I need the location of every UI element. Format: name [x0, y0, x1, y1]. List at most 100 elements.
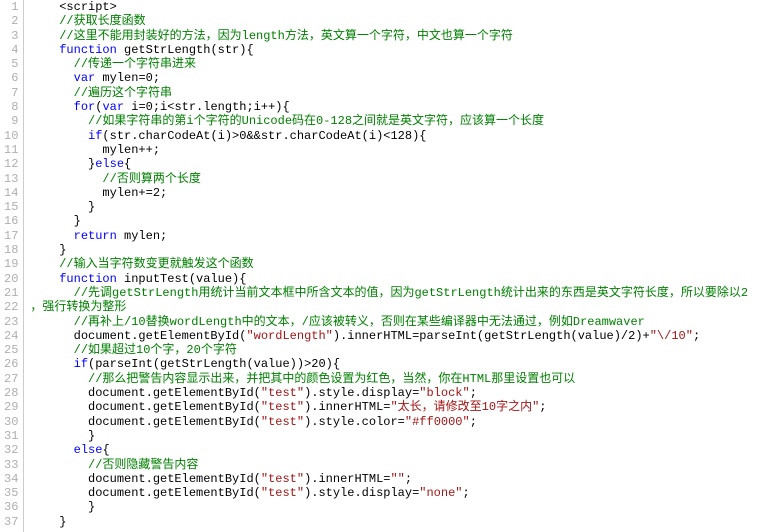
- token-str: "": [390, 472, 404, 486]
- line-number: 21: [4, 286, 18, 300]
- code-line[interactable]: //遍历这个字符串: [30, 86, 748, 100]
- code-line[interactable]: //获取长度函数: [30, 14, 748, 28]
- code-line[interactable]: document.getElementById("test").style.di…: [30, 486, 748, 500]
- token-plain: <script>: [30, 0, 116, 14]
- token-plain: [30, 129, 88, 143]
- token-plain: {: [102, 443, 109, 457]
- code-line[interactable]: <script>: [30, 0, 748, 14]
- line-number: 34: [4, 472, 18, 486]
- token-str: "test": [261, 400, 304, 414]
- token-plain: inputTest(value){: [117, 272, 247, 286]
- line-number: 5: [4, 57, 18, 71]
- line-number: 36: [4, 500, 18, 514]
- code-line[interactable]: //再补上/10替换wordLength中的文本，/应该被转义，否则在某些编译器…: [30, 315, 748, 329]
- token-plain: }: [30, 200, 95, 214]
- token-plain: document.getElementById(: [30, 386, 260, 400]
- token-plain: mylen=0;: [95, 71, 160, 85]
- code-line[interactable]: mylen+=2;: [30, 186, 748, 200]
- code-line[interactable]: //先调getStrLength用统计当前文本框中所含文本的值，因为getStr…: [30, 286, 748, 300]
- token-cmt: //否则隐藏警告内容: [88, 458, 198, 472]
- token-str: "test": [261, 386, 304, 400]
- code-line[interactable]: //否则算两个长度: [30, 172, 748, 186]
- code-line[interactable]: //如果超过10个字，20个字符: [30, 343, 748, 357]
- token-plain: ;: [405, 472, 412, 486]
- code-line[interactable]: }: [30, 214, 748, 228]
- token-plain: (parseInt(getStrLength(value))>20){: [88, 357, 340, 371]
- line-number: 25: [4, 343, 18, 357]
- code-line[interactable]: function getStrLength(str){: [30, 43, 748, 57]
- code-line[interactable]: //如果字符串的第i个字符的Unicode码在0-128之间就是英文字符，应该算…: [30, 114, 748, 128]
- token-kw: else: [95, 157, 124, 171]
- code-line[interactable]: //否则隐藏警告内容: [30, 458, 748, 472]
- line-number: 22: [4, 300, 18, 314]
- token-str: "test": [261, 486, 304, 500]
- code-line[interactable]: document.getElementById("test").innerHTM…: [30, 400, 748, 414]
- code-line[interactable]: //那么把警告内容显示出来，并把其中的颜色设置为红色，当然，你在HTML那里设置…: [30, 372, 748, 386]
- line-number: 10: [4, 129, 18, 143]
- code-line[interactable]: //这里不能用封装好的方法，因为length方法，英文算一个字符，中文也算一个字…: [30, 29, 748, 43]
- line-number: 23: [4, 315, 18, 329]
- token-plain: [30, 443, 73, 457]
- token-plain: ;: [463, 486, 470, 500]
- token-str: "test": [261, 415, 304, 429]
- line-number: 26: [4, 357, 18, 371]
- code-line[interactable]: document.getElementById("wordLength").in…: [30, 329, 748, 343]
- code-line[interactable]: function inputTest(value){: [30, 272, 748, 286]
- code-line[interactable]: var mylen=0;: [30, 71, 748, 85]
- line-number: 3: [4, 29, 18, 43]
- token-plain: [30, 272, 59, 286]
- token-plain: ).innerHTML=: [304, 400, 390, 414]
- token-plain: ).innerHTML=: [304, 472, 390, 486]
- token-str: "#ff0000": [405, 415, 470, 429]
- line-number: 27: [4, 372, 18, 386]
- code-line[interactable]: if(str.charCodeAt(i)>0&&str.charCodeAt(i…: [30, 129, 748, 143]
- line-number: 35: [4, 486, 18, 500]
- line-number: 4: [4, 43, 18, 57]
- token-plain: [30, 114, 88, 128]
- code-line[interactable]: document.getElementById("test").style.co…: [30, 415, 748, 429]
- token-plain: [30, 315, 73, 329]
- code-line[interactable]: }: [30, 243, 748, 257]
- line-number: 16: [4, 214, 18, 228]
- code-line[interactable]: if(parseInt(getStrLength(value))>20){: [30, 357, 748, 371]
- line-number: 20: [4, 272, 18, 286]
- token-plain: ).style.color=: [304, 415, 405, 429]
- token-kw: else: [74, 443, 103, 457]
- token-plain: [30, 14, 59, 28]
- token-plain: }: [30, 243, 66, 257]
- token-plain: [30, 29, 59, 43]
- token-plain: ;: [470, 415, 477, 429]
- code-line[interactable]: ，强行转换为整形: [30, 300, 748, 314]
- code-line[interactable]: document.getElementById("test").innerHTM…: [30, 472, 748, 486]
- code-line[interactable]: }: [30, 515, 748, 529]
- line-number: 12: [4, 157, 18, 171]
- line-number: 13: [4, 172, 18, 186]
- token-cmt: //先调getStrLength用统计当前文本框中所含文本的值，因为getStr…: [74, 286, 748, 300]
- token-plain: [30, 71, 73, 85]
- token-str: "\/10": [650, 329, 693, 343]
- token-plain: mylen++;: [30, 143, 160, 157]
- token-kw: if: [74, 357, 88, 371]
- token-plain: ).style.display=: [304, 486, 419, 500]
- code-line[interactable]: }: [30, 200, 748, 214]
- line-number: 29: [4, 400, 18, 414]
- line-number: 37: [4, 515, 18, 529]
- code-line[interactable]: for(var i=0;i<str.length;i++){: [30, 100, 748, 114]
- token-cmt: //那么把警告内容显示出来，并把其中的颜色设置为红色，当然，你在HTML那里设置…: [88, 372, 575, 386]
- code-line[interactable]: mylen++;: [30, 143, 748, 157]
- token-plain: ;: [693, 329, 700, 343]
- token-plain: [30, 229, 73, 243]
- line-number: 8: [4, 100, 18, 114]
- code-line[interactable]: }: [30, 500, 748, 514]
- code-area[interactable]: <script> //获取长度函数 //这里不能用封装好的方法，因为length…: [24, 0, 748, 532]
- code-line[interactable]: }else{: [30, 157, 748, 171]
- code-line[interactable]: return mylen;: [30, 229, 748, 243]
- code-line[interactable]: else{: [30, 443, 748, 457]
- line-number: 33: [4, 458, 18, 472]
- code-line[interactable]: }: [30, 429, 748, 443]
- code-line[interactable]: document.getElementById("test").style.di…: [30, 386, 748, 400]
- code-line[interactable]: //输入当字符数变更就触发这个函数: [30, 257, 748, 271]
- code-line[interactable]: //传递一个字符串进来: [30, 57, 748, 71]
- token-plain: mylen;: [117, 229, 167, 243]
- line-number: 7: [4, 86, 18, 100]
